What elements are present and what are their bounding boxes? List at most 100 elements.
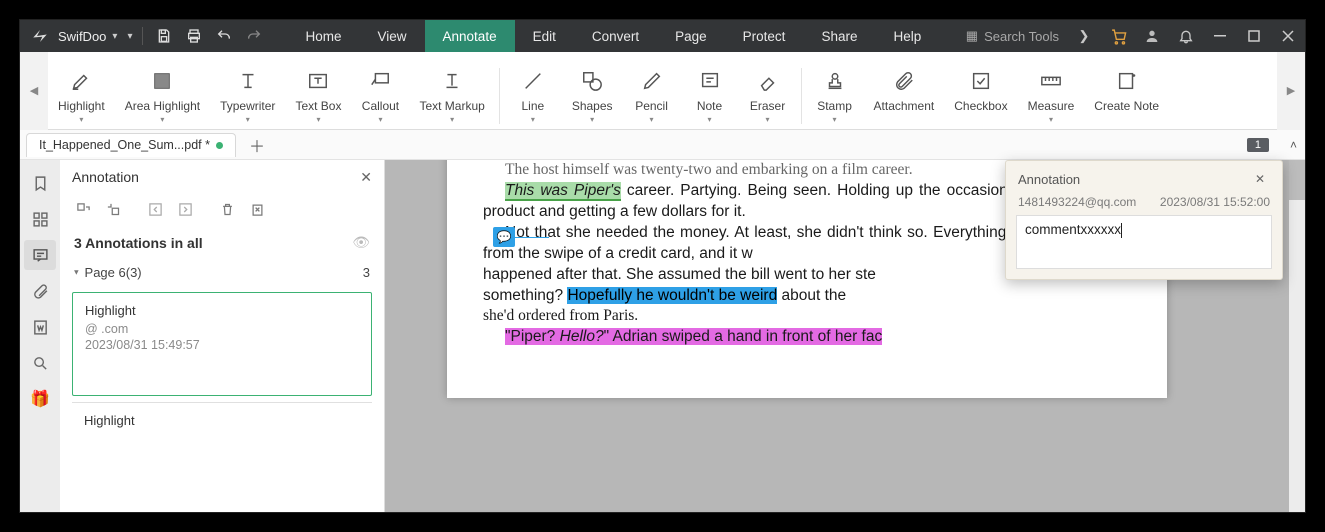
tab-home[interactable]: Home	[287, 20, 359, 52]
maximize-icon[interactable]	[1237, 20, 1271, 52]
tool-checkbox[interactable]: Checkbox	[944, 67, 1017, 113]
chevron-down-icon: ▾	[590, 115, 594, 124]
save-icon[interactable]	[149, 28, 179, 44]
tool-callout[interactable]: Callout▾	[351, 67, 409, 124]
chevron-down-icon: ▾	[650, 115, 654, 124]
text-box-icon	[307, 67, 329, 95]
popup-close-icon[interactable]: ✕	[1250, 169, 1270, 189]
line-icon	[522, 67, 544, 95]
chevron-down-icon: ▾	[79, 115, 83, 124]
recent-dropdown-icon[interactable]: ▾	[127, 31, 132, 42]
minimize-icon[interactable]	[1203, 20, 1237, 52]
unsaved-indicator-icon	[216, 142, 223, 149]
app-logo-icon	[26, 27, 54, 45]
highlight-magenta[interactable]: "Piper? Hello?" Adrian swiped a hand in …	[505, 328, 882, 345]
ribbon-scroll-right-icon[interactable]: ▶	[1277, 52, 1305, 130]
tab-annotate[interactable]: Annotate	[425, 20, 515, 52]
close-window-icon[interactable]	[1271, 20, 1305, 52]
highlight-blue[interactable]: Hopefully he wouldn't be weird	[567, 287, 777, 304]
visibility-toggle-icon[interactable]: 👁	[352, 234, 370, 251]
tool-text-box[interactable]: Text Box▾	[285, 67, 351, 124]
highlight-icon	[70, 67, 92, 95]
stamp-icon	[824, 67, 846, 95]
vertical-scrollbar[interactable]	[1289, 160, 1305, 512]
tab-convert[interactable]: Convert	[574, 20, 657, 52]
annotation-card[interactable]: Highlight	[72, 402, 372, 438]
gift-icon[interactable]: 🎁	[24, 384, 56, 414]
typewriter-icon	[237, 67, 259, 95]
thumbnails-icon[interactable]	[24, 204, 56, 234]
add-tab-button[interactable]: ＋	[244, 133, 270, 157]
tab-view[interactable]: View	[360, 20, 425, 52]
search-panel-icon[interactable]	[24, 348, 56, 378]
undo-icon[interactable]	[209, 28, 239, 44]
next-annotation-icon[interactable]	[172, 197, 198, 221]
chevron-down-icon: ▾	[450, 115, 454, 124]
annotation-card-selected[interactable]: Highlight @ .com 2023/08/31 15:49:57	[72, 292, 372, 396]
ribbon-separator	[499, 68, 500, 124]
annotations-panel-icon[interactable]	[24, 240, 56, 270]
tool-shapes[interactable]: Shapes▾	[562, 67, 623, 124]
redo-icon[interactable]	[239, 28, 269, 44]
shop-icon[interactable]	[1101, 20, 1135, 52]
chevron-right-icon[interactable]: ❯	[1067, 20, 1101, 52]
popup-user: 1481493224@qq.com	[1018, 195, 1136, 209]
tab-share[interactable]: Share	[803, 20, 875, 52]
collapse-all-icon[interactable]	[100, 197, 126, 221]
document-tab-bar: It_Happened_One_Sum...pdf * ＋ 1 ˄	[20, 130, 1305, 160]
delete-annotation-icon[interactable]	[214, 197, 240, 221]
ribbon-scroll-left-icon[interactable]: ◀	[20, 52, 48, 130]
tool-area-highlight[interactable]: Area Highlight▾	[115, 67, 210, 124]
document-tab[interactable]: It_Happened_One_Sum...pdf *	[26, 133, 236, 157]
highlight-green[interactable]: This was Piper's	[505, 182, 621, 201]
tab-page[interactable]: Page	[657, 20, 725, 52]
chevron-down-icon: ▾	[833, 115, 837, 124]
annotation-popup: Annotation ✕ 1481493224@qq.com 2023/08/3…	[1005, 160, 1283, 280]
tool-pencil[interactable]: Pencil▾	[623, 67, 681, 124]
text-markup-icon	[441, 67, 463, 95]
shapes-icon	[581, 67, 603, 95]
print-icon[interactable]	[179, 28, 209, 44]
eraser-icon	[757, 67, 779, 95]
tool-create-note[interactable]: Create Note	[1084, 67, 1169, 113]
tool-typewriter[interactable]: Typewriter▾	[210, 67, 285, 124]
tool-line[interactable]: Line▾	[504, 67, 562, 124]
chevron-down-icon: ▾	[246, 115, 250, 124]
tool-attachment[interactable]: Attachment	[864, 67, 945, 113]
search-tools[interactable]: ▦ Search Tools	[966, 28, 1059, 44]
tab-protect[interactable]: Protect	[725, 20, 804, 52]
page-group-count: 3	[363, 265, 370, 280]
user-icon[interactable]	[1135, 20, 1169, 52]
tool-eraser[interactable]: Eraser▾	[739, 67, 797, 124]
tab-help[interactable]: Help	[875, 20, 939, 52]
note-marker-icon[interactable]: 💬	[493, 227, 515, 247]
bell-icon[interactable]	[1169, 20, 1203, 52]
expand-all-icon[interactable]	[70, 197, 96, 221]
ribbon-separator	[801, 68, 802, 124]
tool-text-markup[interactable]: Text Markup▾	[409, 67, 494, 124]
tool-highlight[interactable]: Highlight▾	[48, 67, 115, 124]
doc-text: something? Hopefully he wouldn't be weir…	[483, 286, 1131, 307]
collapse-ribbon-icon[interactable]: ˄	[1290, 138, 1297, 152]
close-panel-icon[interactable]: ✕	[360, 169, 372, 186]
chevron-down-icon: ▾	[1049, 115, 1053, 124]
tab-edit[interactable]: Edit	[515, 20, 574, 52]
note-connector	[515, 237, 549, 238]
app-menu-dropdown-icon[interactable]: ▾	[112, 31, 117, 42]
panel-title: Annotation	[72, 169, 139, 185]
bookmark-icon[interactable]	[24, 168, 56, 198]
page-number-badge: 1	[1247, 138, 1269, 152]
tool-measure[interactable]: Measure▾	[1018, 67, 1085, 124]
doc-text: she'd ordered from Paris.	[483, 306, 1131, 327]
titlebar: SwifDoo ▾ ▾ Home View Annotate Edit Conv…	[20, 20, 1305, 52]
tool-stamp[interactable]: Stamp▾	[806, 67, 864, 124]
prev-annotation-icon[interactable]	[142, 197, 168, 221]
word-export-icon[interactable]	[24, 312, 56, 342]
attachments-panel-icon[interactable]	[24, 276, 56, 306]
document-tab-label: It_Happened_One_Sum...pdf *	[39, 138, 210, 152]
page-group-row[interactable]: ▸Page 6(3) 3	[60, 259, 384, 286]
delete-all-icon[interactable]	[244, 197, 270, 221]
tool-note[interactable]: Note▾	[681, 67, 739, 124]
scrollbar-thumb[interactable]	[1289, 160, 1305, 200]
popup-comment-input[interactable]: commentxxxxxx	[1016, 215, 1272, 269]
